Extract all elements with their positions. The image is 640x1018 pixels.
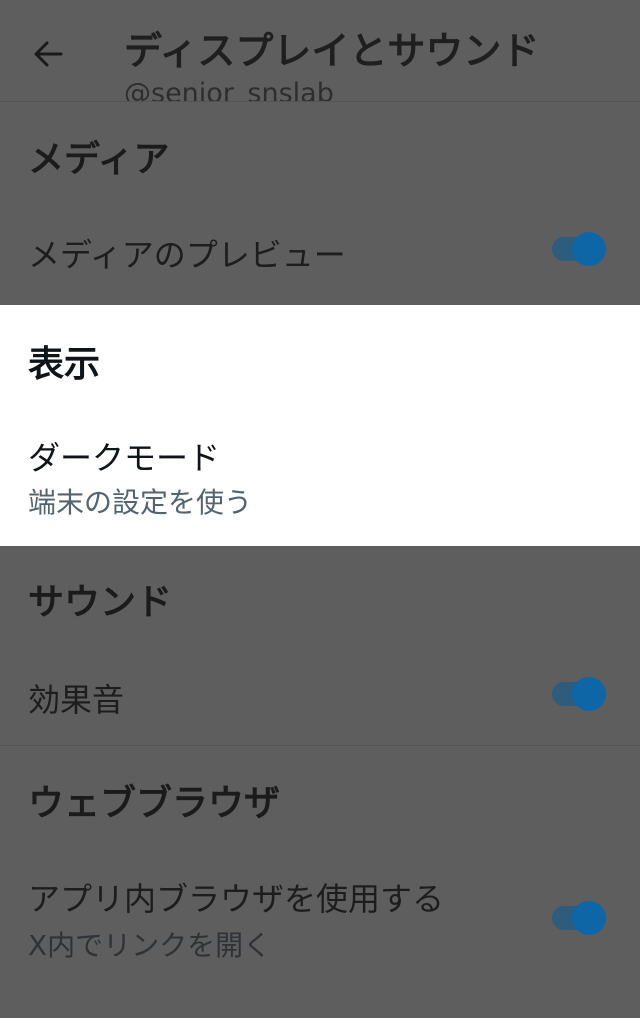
inapp-browser-description: X内でリンクを開く — [28, 929, 272, 962]
dark-mode-value: 端末の設定を使う — [28, 486, 253, 519]
toggle-knob — [572, 901, 606, 935]
back-button[interactable] — [30, 38, 66, 70]
media-preview-toggle[interactable] — [550, 229, 610, 269]
media-preview-label[interactable]: メディアのプレビュー — [28, 230, 346, 276]
inapp-browser-toggle[interactable] — [550, 898, 610, 938]
section-title-sound: サウンド — [28, 582, 173, 623]
section-title-media: メディア — [28, 139, 170, 180]
arrow-left-icon — [34, 41, 63, 67]
app-header: ディスプレイとサウンド @senior_snslab — [0, 0, 640, 101]
account-handle: @senior_snslab — [124, 78, 334, 101]
section-title-display: 表示 — [28, 344, 101, 385]
sound-effects-toggle[interactable] — [550, 674, 610, 714]
inapp-browser-label[interactable]: アプリ内ブラウザを使用する — [28, 874, 444, 920]
display-section: 表示 ダークモード 端末の設定を使う — [0, 305, 640, 546]
dark-mode-label[interactable]: ダークモード — [28, 433, 220, 479]
section-divider — [0, 745, 640, 746]
page-title: ディスプレイとサウンド — [124, 29, 540, 73]
sound-effects-label[interactable]: 効果音 — [28, 675, 124, 721]
toggle-knob — [572, 232, 606, 266]
toggle-knob — [572, 677, 606, 711]
section-title-browser: ウェブブラウザ — [28, 783, 281, 824]
header-divider — [0, 101, 640, 102]
